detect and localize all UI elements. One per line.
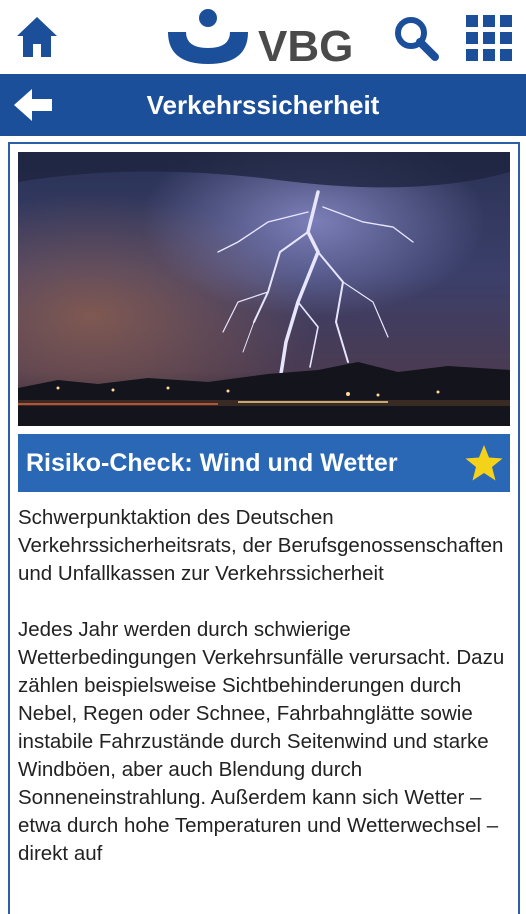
section-title-bar: Verkehrssicherheit: [0, 74, 526, 136]
article-intro: Schwerpunktaktion des Deutschen Verkehrs…: [18, 506, 504, 585]
article-title: Risiko-Check: Wind und Wetter: [26, 449, 398, 477]
article-heading-bar: Risiko-Check: Wind und Wetter: [18, 434, 510, 492]
page-title: Verkehrssicherheit: [146, 90, 380, 120]
home-icon[interactable]: [14, 14, 60, 60]
grid-menu-icon[interactable]: [466, 15, 512, 61]
article-paragraph: Jedes Jahr werden durch schwierige Wette…: [18, 618, 505, 865]
top-app-bar: VBG: [0, 0, 526, 74]
star-icon[interactable]: [464, 443, 504, 483]
vbg-logo: VBG: [166, 8, 366, 71]
article-card[interactable]: Risiko-Check: Wind und Wetter Schwerpunk…: [8, 142, 520, 914]
back-arrow-icon[interactable]: [12, 86, 54, 124]
lightning-storm-image: [18, 152, 510, 426]
article-body: Schwerpunktaktion des Deutschen Verkehrs…: [18, 504, 512, 896]
logo-text: VBG: [258, 22, 353, 68]
search-icon[interactable]: [392, 14, 440, 62]
